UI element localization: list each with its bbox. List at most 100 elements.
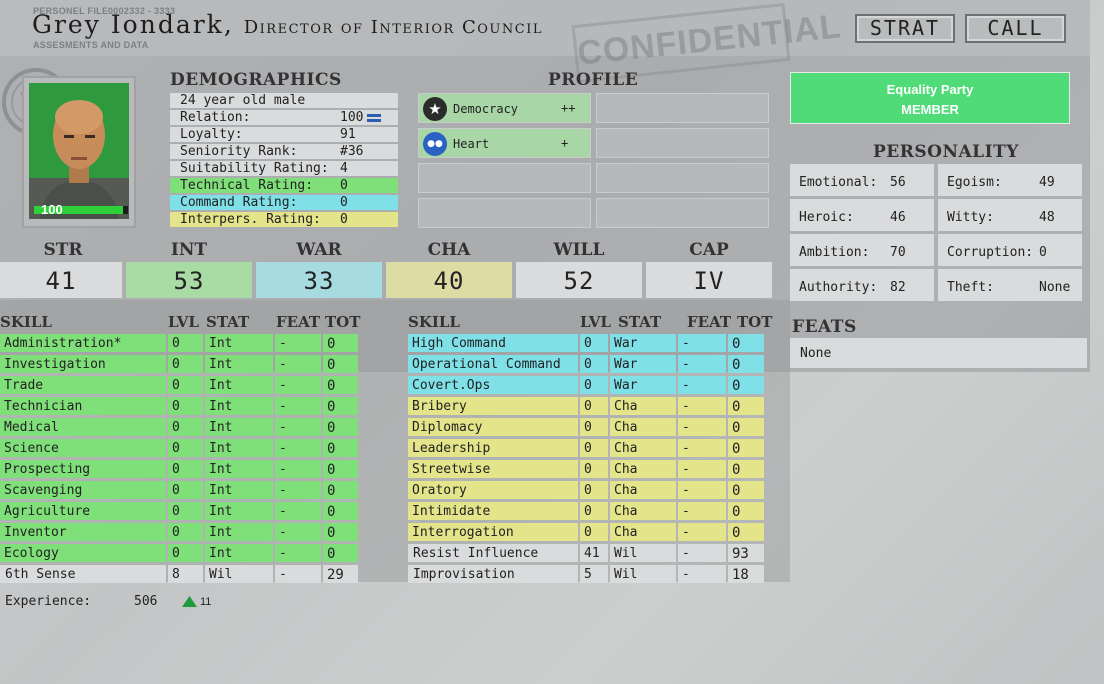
personality-value: 56	[890, 175, 906, 190]
skill-name[interactable]: Bribery	[408, 397, 578, 415]
personality-label: Ambition:	[799, 245, 870, 260]
skill-feat: -	[678, 397, 726, 415]
skill-tot: 0	[323, 418, 358, 436]
profile-item[interactable]: ●● Heart +	[418, 128, 591, 158]
skill-name[interactable]: Oratory	[408, 481, 578, 499]
skill-feat: -	[275, 481, 321, 499]
page-title: Grey Iondark, Director of Interior Counc…	[32, 10, 543, 39]
stat-value-int: 53	[126, 262, 252, 298]
skill-feat: -	[275, 460, 321, 478]
demographics-title: DEMOGRAPHICS	[170, 70, 342, 90]
skill-header-tot: TOT	[737, 313, 773, 331]
profile-item-label: Democracy	[453, 102, 519, 116]
skill-stat: Cha	[610, 397, 676, 415]
skill-tot: 0	[323, 502, 358, 520]
skill-tot: 29	[323, 565, 358, 583]
personality-label: Heroic:	[799, 210, 854, 225]
skill-name[interactable]: Agriculture	[0, 502, 166, 520]
skill-feat: -	[678, 481, 726, 499]
sub-label: ASSESMENTS AND DATA	[33, 40, 149, 50]
personality-value: 48	[1039, 210, 1055, 225]
experience-gain: 11	[200, 596, 212, 608]
skill-name[interactable]: Resist Influence	[408, 544, 578, 562]
skill-header-tot: TOT	[325, 313, 361, 331]
stat-value-war: 33	[256, 262, 382, 298]
profile-item[interactable]: ★ Democracy ++	[418, 93, 591, 123]
skill-name[interactable]: Intimidate	[408, 502, 578, 520]
skill-name[interactable]: Prospecting	[0, 460, 166, 478]
skill-header-lvl: LVL	[168, 313, 199, 331]
skill-name[interactable]: Covert.Ops	[408, 376, 578, 394]
skill-tot: 0	[728, 502, 764, 520]
profile-slot-empty	[418, 198, 591, 228]
skill-name[interactable]: Ecology	[0, 544, 166, 562]
skill-name[interactable]: Science	[0, 439, 166, 457]
personality-trait: Corruption: 0	[938, 234, 1082, 266]
skill-stat: Cha	[610, 439, 676, 457]
skill-lvl: 0	[168, 418, 203, 436]
skill-name[interactable]: Investigation	[0, 355, 166, 373]
skill-header-skill: SKILL	[0, 313, 52, 331]
skill-lvl: 0	[168, 334, 203, 352]
skill-feat: -	[678, 334, 726, 352]
skill-name[interactable]: 6th Sense	[0, 565, 166, 583]
skill-name[interactable]: Medical	[0, 418, 166, 436]
skill-feat: -	[275, 439, 321, 457]
equals-icon	[367, 114, 381, 122]
personality-value: 49	[1039, 175, 1055, 190]
skill-name[interactable]: High Command	[408, 334, 578, 352]
skill-name[interactable]: Scavenging	[0, 481, 166, 499]
strat-button[interactable]: STRAT	[855, 14, 955, 43]
skill-name[interactable]: Trade	[0, 376, 166, 394]
party-name: Equality Party	[886, 82, 974, 97]
skill-stat: Int	[205, 418, 273, 436]
skill-name[interactable]: Streetwise	[408, 460, 578, 478]
call-button[interactable]: CALL	[965, 14, 1066, 43]
profile-item-value: ++	[561, 101, 576, 115]
skill-tot: 18	[728, 565, 764, 583]
skill-tot: 0	[323, 355, 358, 373]
skill-stat: Int	[205, 481, 273, 499]
personality-title: PERSONALITY	[873, 142, 1019, 162]
skill-header-stat: STAT	[618, 313, 662, 331]
profile-item-value: +	[561, 136, 569, 150]
stat-label-str: STR	[43, 240, 83, 260]
skill-feat: -	[678, 418, 726, 436]
personality-value: 82	[890, 280, 906, 295]
skill-lvl: 41	[580, 544, 608, 562]
skill-feat: -	[275, 523, 321, 541]
skill-lvl: 0	[168, 397, 203, 415]
stat-label-war: WAR	[296, 240, 342, 260]
skill-tot: 0	[728, 481, 764, 499]
skill-name[interactable]: Inventor	[0, 523, 166, 541]
skill-header-feat: FEAT	[276, 313, 321, 331]
skill-name[interactable]: Technician	[0, 397, 166, 415]
skill-name[interactable]: Operational Command	[408, 355, 578, 373]
skill-stat: Cha	[610, 460, 676, 478]
skill-name[interactable]: Interrogation	[408, 523, 578, 541]
skill-feat: -	[678, 355, 726, 373]
skill-feat: -	[275, 334, 321, 352]
skill-lvl: 0	[168, 460, 203, 478]
skill-name[interactable]: Administration*	[0, 334, 166, 352]
demographic-label: Technical Rating:	[180, 178, 314, 193]
feats-value: None	[790, 338, 1087, 368]
skill-name[interactable]: Leadership	[408, 439, 578, 457]
party-badge[interactable]: Equality Party MEMBER	[790, 72, 1070, 124]
skill-stat: Int	[205, 334, 273, 352]
skill-stat: War	[610, 334, 676, 352]
skill-stat: Wil	[205, 565, 273, 583]
portrait-image[interactable]	[29, 83, 129, 219]
health-value: 100	[41, 202, 63, 217]
skill-lvl: 0	[580, 418, 608, 436]
skill-header-lvl: LVL	[580, 313, 611, 331]
skill-name[interactable]: Improvisation	[408, 565, 578, 583]
skill-lvl: 0	[168, 439, 203, 457]
skill-feat: -	[275, 544, 321, 562]
skill-name[interactable]: Diplomacy	[408, 418, 578, 436]
skill-stat: War	[610, 376, 676, 394]
skill-stat: Wil	[610, 544, 676, 562]
personality-trait: Theft: None	[938, 269, 1082, 301]
stat-label-int: INT	[170, 240, 208, 260]
personality-value: 46	[890, 210, 906, 225]
